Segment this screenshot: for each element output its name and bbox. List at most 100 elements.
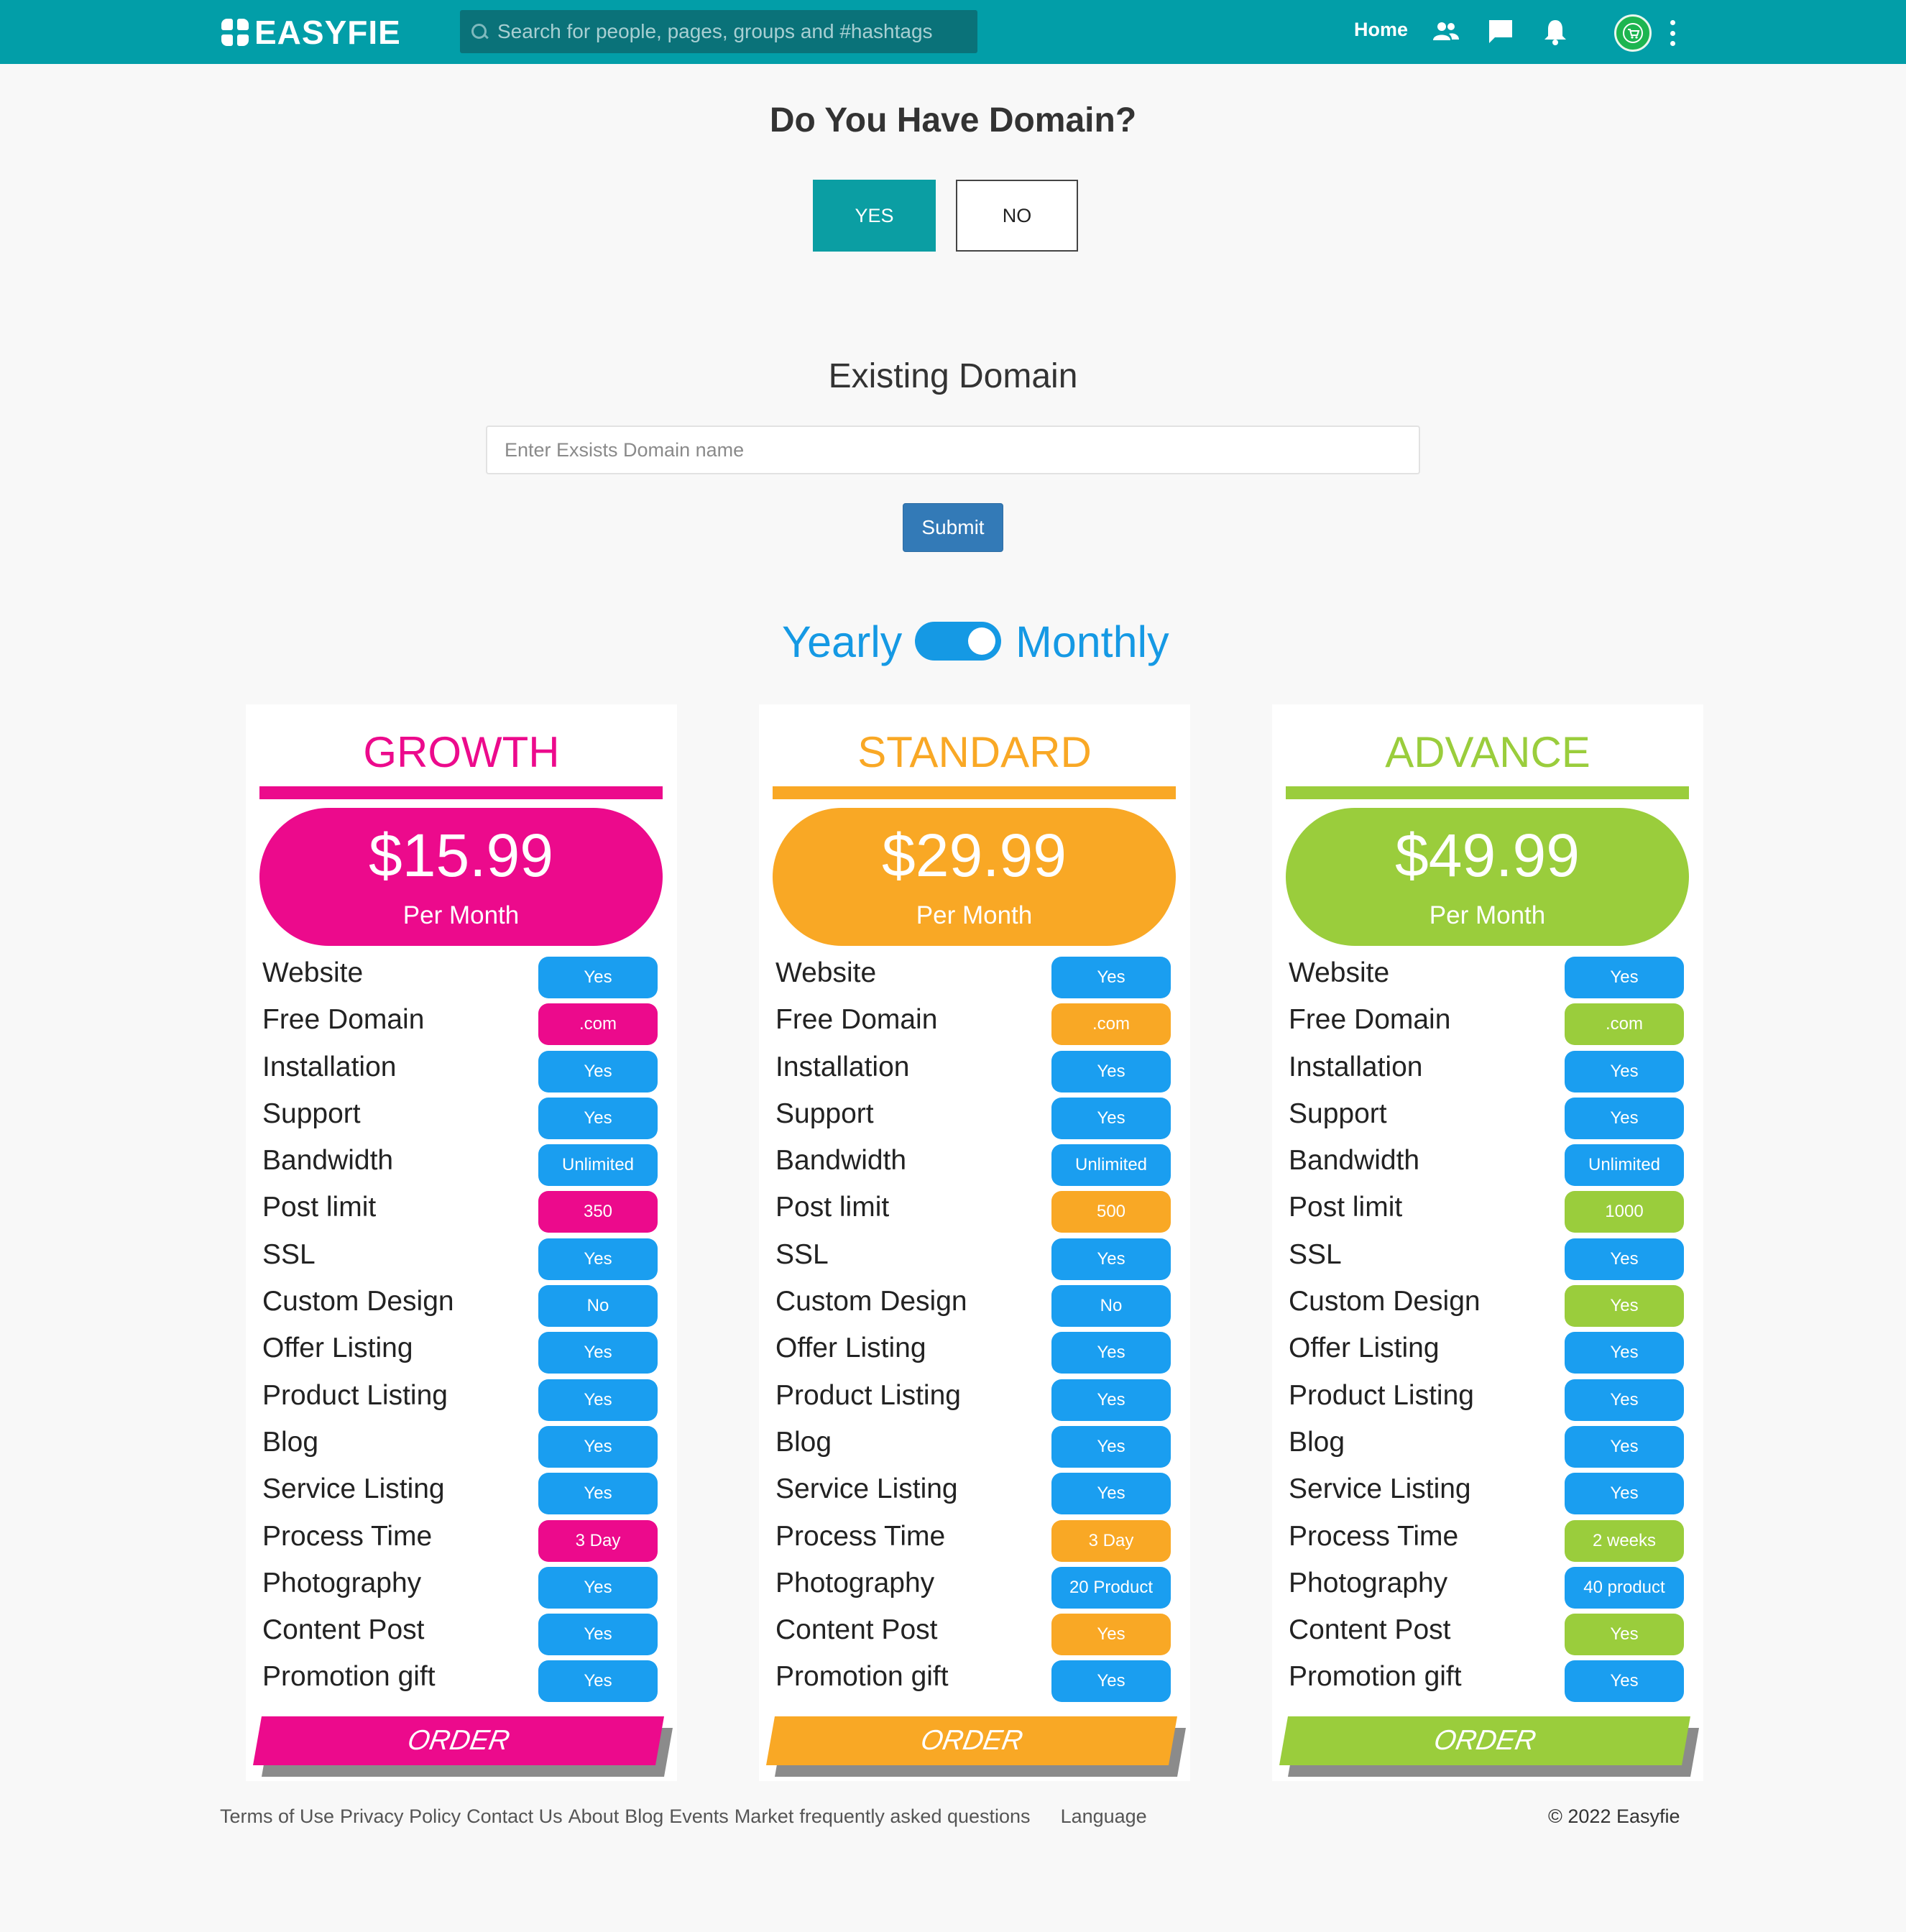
nav-home-link[interactable]: Home — [1354, 19, 1408, 41]
feature-row: Bandwidth Unlimited — [246, 1142, 677, 1189]
plan-price: $15.99 — [369, 822, 553, 889]
plan-name: GROWTH — [363, 728, 560, 776]
footer-link-about[interactable]: About — [568, 1806, 620, 1828]
price-pill: $49.99 Per Month — [1286, 808, 1689, 946]
feature-value-badge: Yes — [1565, 1425, 1684, 1468]
feature-row: Installation Yes — [1272, 1049, 1703, 1095]
footer-link-events[interactable]: Events — [669, 1806, 729, 1828]
feature-label: Process Time — [262, 1520, 433, 1552]
price-pill: $29.99 Per Month — [773, 808, 1176, 946]
feature-row: Support Yes — [759, 1095, 1190, 1142]
user-avatar[interactable] — [1614, 14, 1652, 52]
feature-label: Service Listing — [262, 1473, 445, 1505]
feature-label: Content Post — [262, 1614, 425, 1646]
feature-value-badge: No — [538, 1285, 658, 1328]
feature-row: Installation Yes — [759, 1049, 1190, 1095]
feature-list: Website Yes Free Domain .com Installation Yes… — [246, 954, 677, 1706]
feature-value-badge: Yes — [1565, 1050, 1684, 1092]
feature-label: Post limit — [262, 1192, 377, 1223]
feature-row: Product Listing Yes — [759, 1377, 1190, 1424]
footer-link-terms[interactable]: Terms of Use — [220, 1806, 334, 1828]
feature-row: Photography Yes — [246, 1565, 677, 1611]
feature-label: Support — [775, 1098, 874, 1129]
feature-value-badge: Unlimited — [538, 1144, 658, 1187]
order-button[interactable]: ORDER — [253, 1716, 664, 1765]
feature-row: Free Domain .com — [1272, 1001, 1703, 1048]
feature-value-badge: Yes — [1565, 1238, 1684, 1280]
feature-value-badge: 40 product — [1565, 1566, 1684, 1609]
bell-icon[interactable] — [1541, 17, 1570, 46]
plan-card-growth: GROWTH $15.99 Per Month Website Yes Free Doma… — [246, 704, 677, 1781]
feature-label: Promotion gift — [1289, 1661, 1462, 1693]
billing-toggle[interactable] — [915, 622, 1001, 661]
monthly-label[interactable]: Monthly — [1016, 617, 1169, 667]
domain-name-input[interactable] — [486, 426, 1420, 474]
avatar-cart-icon — [1623, 23, 1643, 43]
yearly-label[interactable]: Yearly — [782, 617, 902, 667]
logo-text: EASYFIE — [254, 14, 401, 51]
feature-row: Blog Yes — [759, 1424, 1190, 1471]
feature-value-badge: .com — [538, 1003, 658, 1046]
feature-value-badge: Yes — [1051, 1050, 1171, 1092]
feature-value-badge: Yes — [1565, 957, 1684, 998]
feature-row: Service Listing Yes — [1272, 1471, 1703, 1517]
feature-value-badge: Yes — [1051, 1660, 1171, 1703]
footer-link-blog[interactable]: Blog — [625, 1806, 663, 1828]
order-button-wrap: ORDER — [766, 1716, 1187, 1777]
people-icon[interactable] — [1432, 17, 1460, 46]
feature-row: Service Listing Yes — [759, 1471, 1190, 1517]
chat-icon[interactable] — [1486, 17, 1515, 46]
feature-value-badge: Yes — [1565, 1097, 1684, 1139]
feature-label: Free Domain — [1289, 1004, 1451, 1036]
feature-label: Free Domain — [775, 1004, 938, 1036]
feature-row: Free Domain .com — [759, 1001, 1190, 1048]
yes-button[interactable]: YES — [813, 180, 936, 252]
feature-row: SSL Yes — [759, 1236, 1190, 1283]
feature-value-badge: Yes — [538, 1660, 658, 1703]
footer-link-faq[interactable]: frequently asked questions — [799, 1806, 1030, 1828]
search-input[interactable] — [497, 20, 964, 43]
order-button[interactable]: ORDER — [1279, 1716, 1690, 1765]
feature-row: Promotion gift Yes — [759, 1658, 1190, 1705]
no-button[interactable]: NO — [956, 180, 1078, 252]
feature-label: Product Listing — [262, 1379, 448, 1411]
feature-row: Process Time 2 weeks — [1272, 1518, 1703, 1565]
feature-row: Content Post Yes — [759, 1611, 1190, 1658]
plan-card-standard: STANDARD $29.99 Per Month Website Yes Free Do… — [759, 704, 1190, 1781]
feature-value-badge: Yes — [1051, 1379, 1171, 1421]
feature-label: Offer Listing — [1289, 1333, 1440, 1364]
submit-button[interactable]: Submit — [903, 503, 1003, 552]
logo[interactable]: EASYFIE — [221, 13, 401, 52]
order-button-wrap: ORDER — [1279, 1716, 1700, 1777]
feature-label: Website — [775, 957, 877, 988]
feature-value-badge: Yes — [1051, 1097, 1171, 1139]
feature-label: Installation — [262, 1051, 397, 1082]
copyright: © 2022 Easyfie — [1548, 1806, 1680, 1827]
feature-value-badge: Yes — [1565, 1285, 1684, 1328]
plan-divider — [1286, 786, 1689, 799]
feature-value-badge: No — [1051, 1285, 1171, 1328]
language-selector[interactable]: Language — [1061, 1806, 1147, 1828]
footer-link-privacy[interactable]: Privacy Policy — [340, 1806, 461, 1828]
feature-row: Process Time 3 Day — [246, 1518, 677, 1565]
feature-value-badge: Yes — [1051, 1425, 1171, 1468]
feature-value-badge: 3 Day — [538, 1519, 658, 1562]
feature-value-badge: Yes — [538, 1614, 658, 1656]
feature-row: Offer Listing Yes — [1272, 1330, 1703, 1376]
footer-link-contact[interactable]: Contact Us — [466, 1806, 563, 1828]
search-bar[interactable] — [460, 10, 977, 53]
feature-row: Post limit 350 — [246, 1189, 677, 1236]
feature-row: Custom Design Yes — [1272, 1283, 1703, 1330]
feature-value-badge: Yes — [538, 1097, 658, 1139]
feature-value-badge: Yes — [538, 1473, 658, 1515]
feature-value-badge: Yes — [1051, 1473, 1171, 1515]
more-vertical-icon[interactable] — [1669, 20, 1676, 46]
feature-value-badge: Yes — [1565, 1614, 1684, 1656]
feature-label: Bandwidth — [262, 1145, 394, 1177]
feature-row: Website Yes — [759, 954, 1190, 1001]
plan-price: $29.99 — [882, 822, 1067, 889]
footer-link-market[interactable]: Market — [735, 1806, 794, 1828]
feature-value-badge: Yes — [1051, 1332, 1171, 1374]
feature-value-badge: Yes — [538, 1050, 658, 1092]
order-button[interactable]: ORDER — [766, 1716, 1177, 1765]
